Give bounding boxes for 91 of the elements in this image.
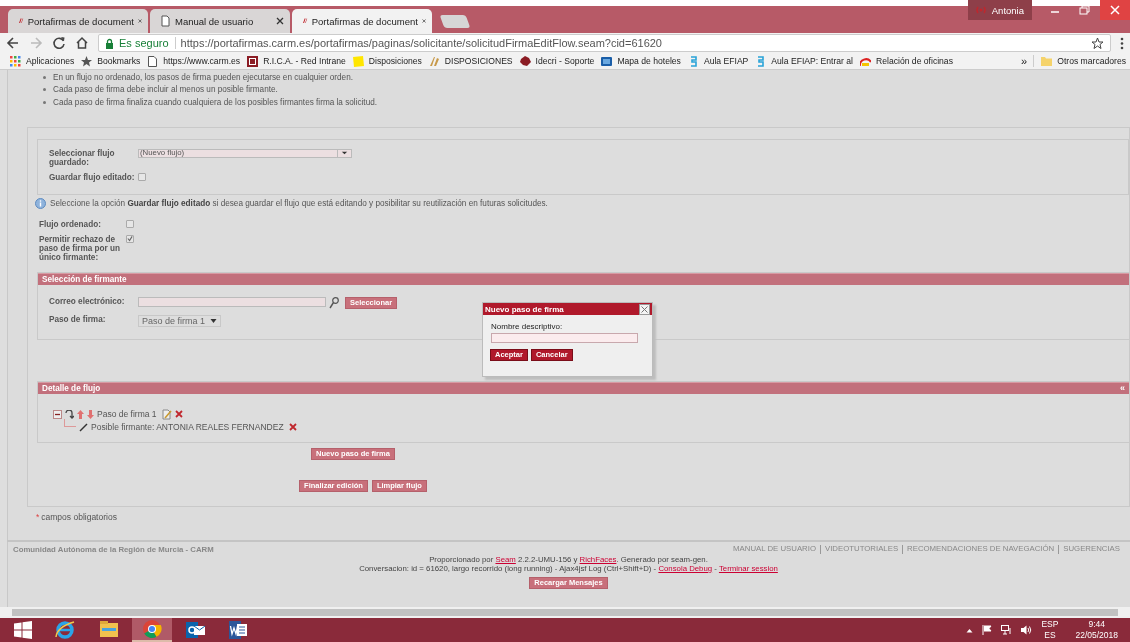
tree-node-label: Posible firmante: ANTONIA REALES FERNANDEZ — [91, 422, 284, 432]
bookmark[interactable]: DISPOSICIONES — [428, 55, 513, 67]
info-icon — [35, 197, 46, 209]
section-header: Detalle de flujo — [42, 383, 101, 393]
delete-icon[interactable] — [288, 423, 297, 431]
bookmark[interactable]: Aula EFIAP: Entrar al — [755, 55, 854, 67]
bookmark-star-icon — [81, 55, 93, 67]
tree-node-label[interactable]: Paso de firma 1 — [97, 409, 157, 419]
internet-explorer-icon — [55, 619, 77, 641]
field-label: Flujo ordenado: — [39, 219, 102, 229]
check-icon — [127, 235, 133, 242]
move-up-icon[interactable] — [77, 409, 84, 419]
start-icon[interactable] — [14, 621, 32, 639]
bookmark-note-icon — [352, 55, 364, 67]
tree-connector-line — [64, 418, 76, 427]
field-label: Paso de firma: — [49, 314, 107, 324]
close-icon[interactable] — [639, 303, 650, 315]
word-icon — [227, 619, 249, 641]
language-indicator[interactable]: ESP ES — [1041, 619, 1059, 641]
bookmark-page-icon — [147, 55, 159, 67]
profile-button[interactable]: Antonia — [967, 0, 1032, 20]
checkbox[interactable] — [138, 172, 146, 181]
back-icon[interactable] — [6, 36, 20, 50]
bookmark-apps-icon — [10, 55, 21, 67]
section-header: Selección de firmante — [38, 272, 1129, 285]
checkbox[interactable] — [126, 234, 134, 243]
field-label: Permitir rechazo de paso de firma por un único firmante: — [39, 234, 121, 262]
bookmark-arc-icon — [860, 55, 872, 67]
bookmark[interactable]: Relación de oficinas — [860, 55, 953, 67]
required-note: campos obligatorios — [41, 511, 117, 522]
bookmark[interactable]: https://www.carm.es — [147, 55, 241, 67]
browser-tab[interactable]: Manual de usuario — [150, 9, 290, 33]
step-dropdown[interactable]: Paso de firma 1 — [138, 314, 222, 327]
required-mark: * — [36, 511, 40, 522]
pen-icon — [79, 422, 88, 432]
dropdown-arrow-icon — [210, 317, 218, 324]
bookmark[interactable]: Aula EFIAP — [687, 55, 749, 67]
new-tab-button[interactable] — [439, 15, 471, 28]
bullet-icon — [43, 100, 46, 104]
clock[interactable]: 9:44 22/05/2018 — [1075, 619, 1118, 641]
lock-icon — [105, 37, 114, 49]
note-text: Cada paso de firma debe incluir al menos un posible firmante. — [53, 85, 278, 95]
collapse-button[interactable]: « — [1120, 383, 1125, 393]
close-icon[interactable] — [1100, 0, 1130, 20]
folder-icon — [1041, 55, 1053, 67]
bookmark[interactable]: Idecri - Soporte — [519, 55, 595, 67]
bullet-icon — [43, 88, 46, 92]
bookmark-folder[interactable]: Otros marcadores — [1041, 55, 1126, 67]
horizontal-scrollbar[interactable] — [0, 607, 1130, 618]
star-icon[interactable] — [1091, 36, 1104, 50]
tray-expand-icon[interactable] — [966, 627, 974, 633]
checkbox[interactable] — [126, 219, 134, 228]
bookmark-book-icon — [601, 55, 613, 67]
bookmark[interactable]: Disposiciones — [352, 55, 422, 67]
more-bookmarks-button[interactable]: » — [1021, 55, 1035, 67]
close-icon[interactable] — [421, 17, 426, 25]
outlook-icon — [184, 619, 206, 641]
home-icon[interactable] — [75, 36, 89, 50]
bookmark[interactable]: Aplicaciones — [10, 55, 75, 67]
network-icon[interactable] — [1001, 625, 1013, 635]
delete-icon[interactable] — [174, 410, 183, 418]
close-icon[interactable] — [276, 17, 284, 25]
reload-icon[interactable] — [52, 36, 66, 50]
browser-tab[interactable]: Portafirmas de document — [8, 9, 148, 33]
search-icon[interactable] — [329, 296, 339, 309]
email-field[interactable] — [138, 296, 326, 307]
field-label: Correo electrónico: — [49, 296, 126, 306]
bookmark[interactable]: Mapa de hoteles — [601, 55, 681, 67]
move-down-icon[interactable] — [87, 409, 94, 419]
tree-toggle-icon[interactable] — [53, 409, 62, 419]
info-text: Seleccione la opción Guardar flujo editado si desea guardar el flujo que está editando y posibilitar su reutilización en futuras solicitudes. — [50, 198, 548, 208]
chrome-icon — [141, 618, 163, 640]
name-field[interactable] — [491, 333, 638, 343]
flag-icon[interactable] — [982, 625, 993, 635]
bookmark[interactable]: R.I.C.A. - Red Intrane — [247, 55, 346, 67]
note-text: Cada paso de firma finaliza cuando cualquiera de los posibles firmantes firma la solicitud. — [53, 97, 378, 107]
field-label: Nombre descriptivo: — [491, 322, 564, 331]
dialog-title: Nuevo paso de firma — [485, 304, 564, 314]
browser-tab[interactable]: Portafirmas de document — [292, 9, 432, 33]
bullet-icon — [43, 75, 46, 79]
menu-icon[interactable] — [1120, 36, 1124, 50]
field-label: Seleccionar flujo guardado: — [49, 148, 116, 167]
profile-icon — [975, 6, 986, 14]
step-node-icon — [65, 409, 74, 419]
tab-page-icon — [160, 15, 171, 27]
bookmark-rica-icon — [247, 55, 259, 67]
note-text: En un flujo no ordenado, los pasos de firma pueden ejecutarse en cualquier orden. — [53, 72, 353, 82]
speaker-icon[interactable] — [1021, 625, 1033, 635]
field-label: Guardar flujo editado: — [49, 172, 136, 182]
bookmark[interactable]: Bookmarks — [81, 55, 141, 67]
address-bar[interactable]: Es seguro https://portafirmas.carm.es/portafirmas/paginas/solicitante/solicitudFirmaEditFlow.seam?cid=61620 — [98, 34, 1111, 52]
